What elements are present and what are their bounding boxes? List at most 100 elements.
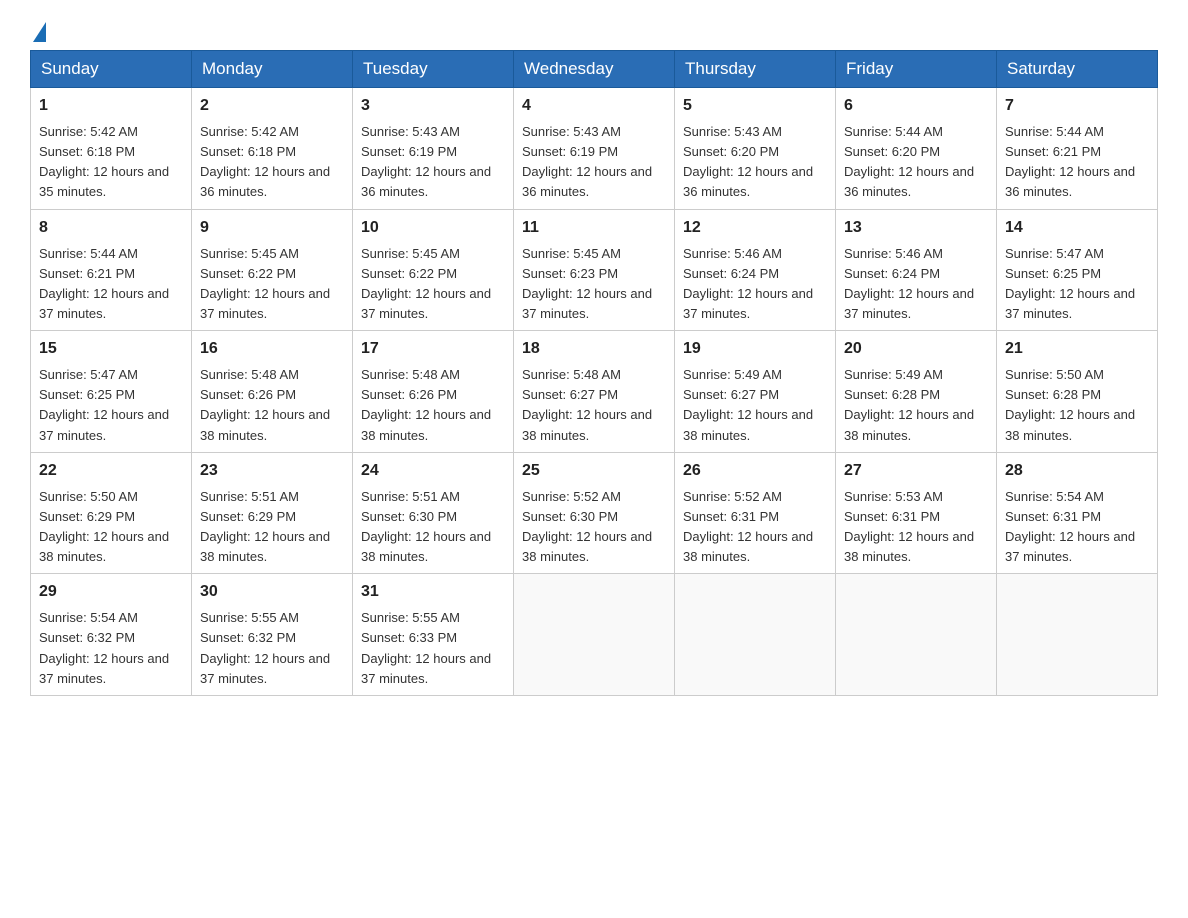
day-info: Sunrise: 5:46 AMSunset: 6:24 PMDaylight:… [844, 244, 988, 325]
day-info: Sunrise: 5:51 AMSunset: 6:29 PMDaylight:… [200, 487, 344, 568]
day-info: Sunrise: 5:51 AMSunset: 6:30 PMDaylight:… [361, 487, 505, 568]
day-info: Sunrise: 5:44 AMSunset: 6:21 PMDaylight:… [39, 244, 183, 325]
day-number: 4 [522, 94, 666, 118]
day-number: 5 [683, 94, 827, 118]
week-row-1: 1 Sunrise: 5:42 AMSunset: 6:18 PMDaylight… [31, 88, 1158, 210]
day-info: Sunrise: 5:43 AMSunset: 6:19 PMDaylight:… [522, 122, 666, 203]
day-info: Sunrise: 5:53 AMSunset: 6:31 PMDaylight:… [844, 487, 988, 568]
day-info: Sunrise: 5:48 AMSunset: 6:26 PMDaylight:… [200, 365, 344, 446]
day-info: Sunrise: 5:54 AMSunset: 6:31 PMDaylight:… [1005, 487, 1149, 568]
day-number: 12 [683, 216, 827, 240]
calendar-cell: 28 Sunrise: 5:54 AMSunset: 6:31 PMDayligh… [997, 452, 1158, 574]
logo [30, 20, 46, 40]
day-number: 30 [200, 580, 344, 604]
calendar-cell: 29 Sunrise: 5:54 AMSunset: 6:32 PMDayligh… [31, 574, 192, 696]
day-info: Sunrise: 5:55 AMSunset: 6:33 PMDaylight:… [361, 608, 505, 689]
day-info: Sunrise: 5:43 AMSunset: 6:20 PMDaylight:… [683, 122, 827, 203]
day-info: Sunrise: 5:46 AMSunset: 6:24 PMDaylight:… [683, 244, 827, 325]
day-number: 20 [844, 337, 988, 361]
weekday-header-sunday: Sunday [31, 51, 192, 88]
calendar-cell: 2Sunrise: 5:42 AMSunset: 6:18 PMDaylight… [192, 88, 353, 210]
calendar-cell: 7 Sunrise: 5:44 AMSunset: 6:21 PMDaylight… [997, 88, 1158, 210]
day-info: Sunrise: 5:45 AMSunset: 6:22 PMDaylight:… [361, 244, 505, 325]
week-row-4: 22 Sunrise: 5:50 AMSunset: 6:29 PMDayligh… [31, 452, 1158, 574]
weekday-header-thursday: Thursday [675, 51, 836, 88]
weekday-header-monday: Monday [192, 51, 353, 88]
calendar-cell: 17 Sunrise: 5:48 AMSunset: 6:26 PMDayligh… [353, 331, 514, 453]
calendar-cell: 8 Sunrise: 5:44 AMSunset: 6:21 PMDaylight… [31, 209, 192, 331]
calendar-cell [514, 574, 675, 696]
day-number: 25 [522, 459, 666, 483]
day-number: 18 [522, 337, 666, 361]
day-info: Sunrise: 5:42 AMSunset: 6:18 PMDaylight:… [39, 122, 183, 203]
day-number: 14 [1005, 216, 1149, 240]
week-row-5: 29 Sunrise: 5:54 AMSunset: 6:32 PMDayligh… [31, 574, 1158, 696]
day-info: Sunrise: 5:44 AMSunset: 6:21 PMDaylight:… [1005, 122, 1149, 203]
day-number: 29 [39, 580, 183, 604]
calendar-cell: 12 Sunrise: 5:46 AMSunset: 6:24 PMDayligh… [675, 209, 836, 331]
calendar-cell: 9 Sunrise: 5:45 AMSunset: 6:22 PMDaylight… [192, 209, 353, 331]
calendar-cell: 19 Sunrise: 5:49 AMSunset: 6:27 PMDayligh… [675, 331, 836, 453]
calendar-cell: 27 Sunrise: 5:53 AMSunset: 6:31 PMDayligh… [836, 452, 997, 574]
calendar-cell: 16 Sunrise: 5:48 AMSunset: 6:26 PMDayligh… [192, 331, 353, 453]
calendar-cell: 23 Sunrise: 5:51 AMSunset: 6:29 PMDayligh… [192, 452, 353, 574]
week-row-3: 15Sunrise: 5:47 AMSunset: 6:25 PMDayligh… [31, 331, 1158, 453]
calendar-cell: 6Sunrise: 5:44 AMSunset: 6:20 PMDaylight… [836, 88, 997, 210]
day-number: 9 [200, 216, 344, 240]
calendar-cell: 11Sunrise: 5:45 AMSunset: 6:23 PMDayligh… [514, 209, 675, 331]
day-info: Sunrise: 5:47 AMSunset: 6:25 PMDaylight:… [39, 365, 183, 446]
day-info: Sunrise: 5:54 AMSunset: 6:32 PMDaylight:… [39, 608, 183, 689]
day-info: Sunrise: 5:42 AMSunset: 6:18 PMDaylight:… [200, 122, 344, 203]
calendar-cell: 31 Sunrise: 5:55 AMSunset: 6:33 PMDayligh… [353, 574, 514, 696]
calendar-cell [997, 574, 1158, 696]
calendar-cell: 30 Sunrise: 5:55 AMSunset: 6:32 PMDayligh… [192, 574, 353, 696]
day-number: 27 [844, 459, 988, 483]
week-row-2: 8 Sunrise: 5:44 AMSunset: 6:21 PMDaylight… [31, 209, 1158, 331]
day-number: 8 [39, 216, 183, 240]
weekday-header-wednesday: Wednesday [514, 51, 675, 88]
calendar-cell [675, 574, 836, 696]
page-header [30, 20, 1158, 40]
day-number: 11 [522, 216, 666, 240]
day-number: 16 [200, 337, 344, 361]
day-number: 28 [1005, 459, 1149, 483]
calendar-cell: 10 Sunrise: 5:45 AMSunset: 6:22 PMDayligh… [353, 209, 514, 331]
day-info: Sunrise: 5:45 AMSunset: 6:22 PMDaylight:… [200, 244, 344, 325]
weekday-header-tuesday: Tuesday [353, 51, 514, 88]
day-number: 31 [361, 580, 505, 604]
day-info: Sunrise: 5:48 AMSunset: 6:26 PMDaylight:… [361, 365, 505, 446]
calendar-cell: 25 Sunrise: 5:52 AMSunset: 6:30 PMDayligh… [514, 452, 675, 574]
calendar-cell: 18 Sunrise: 5:48 AMSunset: 6:27 PMDayligh… [514, 331, 675, 453]
day-number: 22 [39, 459, 183, 483]
day-info: Sunrise: 5:47 AMSunset: 6:25 PMDaylight:… [1005, 244, 1149, 325]
calendar-cell: 15Sunrise: 5:47 AMSunset: 6:25 PMDayligh… [31, 331, 192, 453]
calendar-cell [836, 574, 997, 696]
day-info: Sunrise: 5:52 AMSunset: 6:30 PMDaylight:… [522, 487, 666, 568]
day-number: 23 [200, 459, 344, 483]
day-number: 24 [361, 459, 505, 483]
calendar-cell: 3Sunrise: 5:43 AMSunset: 6:19 PMDaylight… [353, 88, 514, 210]
day-number: 10 [361, 216, 505, 240]
logo-triangle-icon [33, 22, 46, 42]
day-number: 26 [683, 459, 827, 483]
day-number: 1 [39, 94, 183, 118]
calendar-cell: 1 Sunrise: 5:42 AMSunset: 6:18 PMDaylight… [31, 88, 192, 210]
calendar-cell: 14 Sunrise: 5:47 AMSunset: 6:25 PMDayligh… [997, 209, 1158, 331]
day-number: 7 [1005, 94, 1149, 118]
calendar-cell: 20 Sunrise: 5:49 AMSunset: 6:28 PMDayligh… [836, 331, 997, 453]
weekday-header-saturday: Saturday [997, 51, 1158, 88]
calendar-table: SundayMondayTuesdayWednesdayThursdayFrid… [30, 50, 1158, 696]
day-info: Sunrise: 5:48 AMSunset: 6:27 PMDaylight:… [522, 365, 666, 446]
calendar-cell: 21 Sunrise: 5:50 AMSunset: 6:28 PMDayligh… [997, 331, 1158, 453]
day-number: 21 [1005, 337, 1149, 361]
day-number: 19 [683, 337, 827, 361]
day-info: Sunrise: 5:49 AMSunset: 6:27 PMDaylight:… [683, 365, 827, 446]
day-info: Sunrise: 5:50 AMSunset: 6:28 PMDaylight:… [1005, 365, 1149, 446]
day-info: Sunrise: 5:50 AMSunset: 6:29 PMDaylight:… [39, 487, 183, 568]
day-info: Sunrise: 5:49 AMSunset: 6:28 PMDaylight:… [844, 365, 988, 446]
day-info: Sunrise: 5:52 AMSunset: 6:31 PMDaylight:… [683, 487, 827, 568]
day-number: 6 [844, 94, 988, 118]
day-info: Sunrise: 5:55 AMSunset: 6:32 PMDaylight:… [200, 608, 344, 689]
day-number: 17 [361, 337, 505, 361]
calendar-cell: 5 Sunrise: 5:43 AMSunset: 6:20 PMDaylight… [675, 88, 836, 210]
